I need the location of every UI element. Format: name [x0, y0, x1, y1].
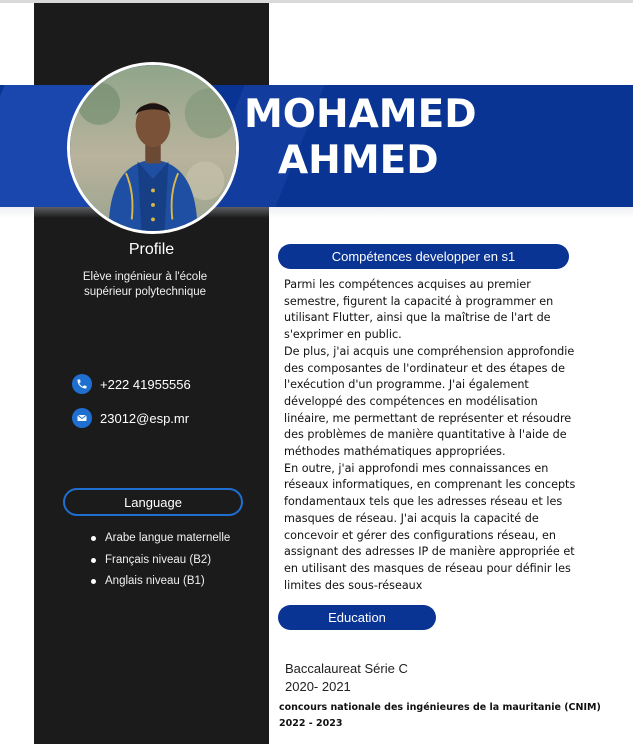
skills-paragraph: Parmi les compétences acquises au premie… — [284, 278, 554, 342]
profile-photo — [67, 62, 239, 234]
first-name: MOHAMED — [244, 92, 477, 137]
language-item: Français niveau (B2) — [89, 550, 230, 572]
full-name: MOHAMED AHMED — [244, 92, 544, 184]
phone-contact: +222 41955556 — [72, 374, 191, 394]
profile-photo-illustration — [70, 65, 236, 231]
language-heading: Language — [63, 488, 243, 516]
skills-heading: Compétences developper en s1 — [278, 244, 569, 269]
phone-number: +222 41955556 — [100, 376, 191, 392]
education-name: Baccalaureat Série C — [285, 661, 408, 676]
education-years: 2022 - 2023 — [279, 718, 343, 729]
profile-description: Elève ingénieur à l'école supérieur poly… — [82, 271, 208, 298]
education-name: concours nationale des ingénieures de la… — [279, 702, 601, 713]
profile-heading: Profile — [128, 241, 175, 258]
skills-text: Parmi les compétences acquises au premie… — [284, 277, 584, 594]
email-address: 23012@esp.mr — [100, 410, 190, 426]
skills-paragraph: De plus, j'ai acquis une compréhension a… — [284, 344, 575, 459]
email-contact: 23012@esp.mr — [72, 408, 189, 428]
last-name: AHMED — [278, 138, 439, 183]
language-item: Arabe langue maternelle — [89, 528, 230, 550]
email-icon — [72, 408, 92, 428]
language-list: Arabe langue maternelle Français niveau … — [89, 528, 230, 593]
education-item: Baccalaureat Série C 2020- 2021 — [285, 660, 408, 696]
phone-icon — [72, 374, 92, 394]
skills-paragraph: En outre, j'ai approfondi mes connaissan… — [284, 461, 576, 592]
language-item: Anglais niveau (B1) — [89, 571, 230, 593]
education-years: 2020- 2021 — [285, 679, 351, 694]
education-item: concours nationale des ingénieures de la… — [279, 700, 601, 732]
education-heading: Education — [278, 605, 436, 630]
